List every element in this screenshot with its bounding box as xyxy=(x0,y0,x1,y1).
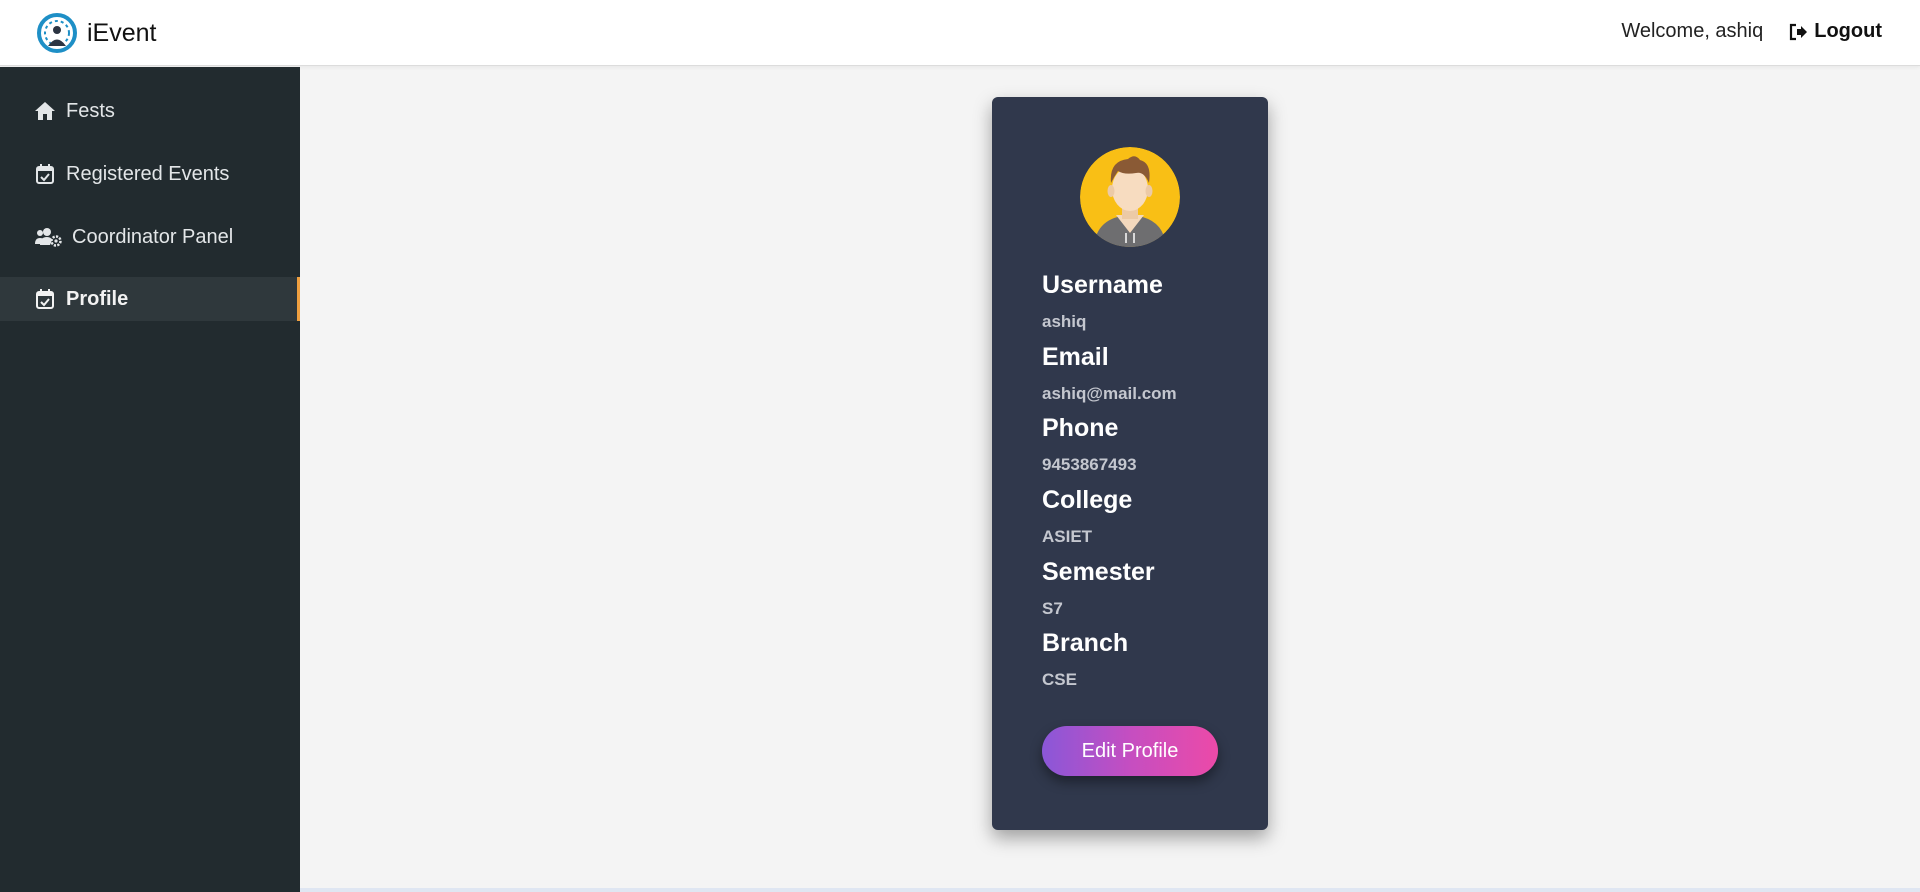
logout-button[interactable]: Logout xyxy=(1788,20,1882,43)
branch-field: Branch CSE xyxy=(1042,629,1128,690)
calendar-check-icon xyxy=(34,288,56,310)
field-label: Semester xyxy=(1042,558,1155,586)
sidebar-item-label: Registered Events xyxy=(66,162,230,185)
sidebar: Fests Registered Events Coordinator Pane… xyxy=(0,67,300,892)
field-label: Username xyxy=(1042,271,1163,299)
welcome-text: Welcome, ashiq xyxy=(1621,20,1764,42)
username-field: Username ashiq xyxy=(1042,271,1163,332)
sidebar-item-profile[interactable]: Profile xyxy=(0,277,300,321)
field-value: ashiq@mail.com xyxy=(1042,384,1177,403)
users-cog-icon xyxy=(34,226,62,248)
field-label: Email xyxy=(1042,343,1109,371)
phone-field: Phone 9453867493 xyxy=(1042,414,1137,475)
email-field: Email ashiq@mail.com xyxy=(1042,343,1177,404)
edit-profile-button[interactable]: Edit Profile xyxy=(1042,726,1218,776)
sidebar-item-label: Fests xyxy=(66,99,115,122)
field-value: S7 xyxy=(1042,599,1063,618)
field-value: ASIET xyxy=(1042,527,1093,546)
app-name: iEvent xyxy=(87,18,157,47)
field-value: ashiq xyxy=(1042,312,1087,331)
sidebar-item-label: Profile xyxy=(66,287,129,310)
field-value: CSE xyxy=(1042,670,1077,689)
sidebar-item-registered-events[interactable]: Registered Events xyxy=(0,152,300,196)
semester-field: Semester S7 xyxy=(1042,558,1155,619)
field-label: College xyxy=(1042,486,1133,514)
field-value: 9453867493 xyxy=(1042,455,1137,474)
profile-card: Username ashiq Email ashiq@mail.com Phon… xyxy=(992,97,1268,830)
field-label: Branch xyxy=(1042,629,1129,657)
calendar-check-icon xyxy=(34,163,56,185)
sidebar-item-label: Coordinator Panel xyxy=(72,225,234,248)
event-gauge-icon xyxy=(37,13,77,53)
field-label: Phone xyxy=(1042,414,1119,442)
top-navbar: iEvent Welcome, ashiq Logout xyxy=(0,0,1920,66)
user-avatar-icon xyxy=(1080,147,1180,247)
logout-label: Logout xyxy=(1814,20,1882,42)
bottom-divider xyxy=(300,888,1920,892)
sidebar-item-coordinator-panel[interactable]: Coordinator Panel xyxy=(0,215,300,259)
home-icon xyxy=(34,100,56,122)
logout-icon xyxy=(1790,23,1808,40)
college-field: College ASIET xyxy=(1042,486,1132,547)
brand[interactable]: iEvent xyxy=(37,13,156,53)
sidebar-item-fests[interactable]: Fests xyxy=(0,89,300,133)
